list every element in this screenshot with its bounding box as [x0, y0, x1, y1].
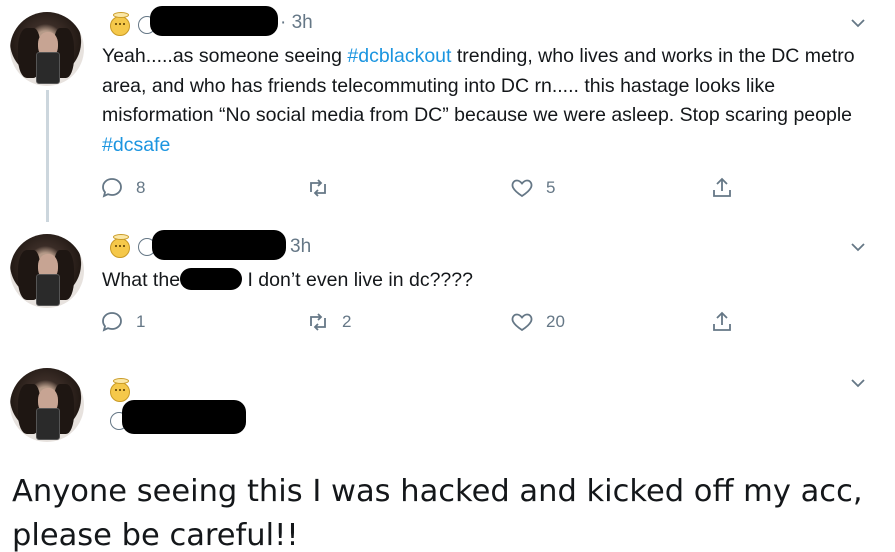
- chevron-down-icon[interactable]: [851, 242, 865, 254]
- heart-icon: [511, 313, 533, 332]
- reply-icon: [102, 178, 122, 198]
- tweet-2[interactable]: 3h What the I don’t even live in dc???? …: [0, 222, 895, 362]
- retweet-icon: [310, 313, 326, 331]
- share-button[interactable]: [710, 176, 734, 200]
- reply-button[interactable]: 8: [100, 176, 145, 200]
- like-button[interactable]: 20: [510, 310, 565, 334]
- retweet-icon: [310, 179, 326, 197]
- heart-icon: [511, 179, 533, 198]
- angel-emoji-icon: [110, 234, 130, 258]
- share-icon: [713, 177, 731, 197]
- tweet-text: Yeah.....as someone seeing #dcblackout t…: [102, 42, 872, 160]
- tweet-text-part: What the: [102, 269, 181, 291]
- hashtag-link[interactable]: #dcsafe: [102, 134, 170, 156]
- chevron-down-icon[interactable]: [851, 378, 865, 390]
- thread-line: [46, 90, 49, 222]
- chevron-down-icon[interactable]: [851, 18, 865, 30]
- tweet-text-part: I don’t even live in dc????: [242, 269, 473, 291]
- reply-icon: [102, 312, 122, 332]
- tweet-3[interactable]: Anyone seeing this I was hacked and kick…: [0, 362, 895, 552]
- reply-count: 8: [136, 178, 146, 197]
- retweet-button[interactable]: [306, 176, 342, 200]
- tweet-time[interactable]: 3h: [290, 236, 311, 258]
- redacted-username: [122, 400, 246, 434]
- reply-count: 1: [136, 312, 146, 331]
- share-button[interactable]: [710, 310, 734, 334]
- avatar[interactable]: [10, 368, 84, 442]
- redacted-word: [180, 268, 243, 290]
- like-button[interactable]: 5: [510, 176, 555, 200]
- tweet-text: What the I don’t even live in dc????: [102, 266, 872, 296]
- share-icon: [713, 311, 731, 331]
- redacted-username: [150, 6, 278, 36]
- avatar[interactable]: [10, 234, 84, 308]
- avatar[interactable]: [10, 12, 84, 86]
- angel-emoji-icon: [110, 12, 130, 36]
- tweet-text: Anyone seeing this I was hacked and kick…: [12, 474, 863, 552]
- hashtag-link[interactable]: #dcblackout: [347, 45, 451, 67]
- retweet-count: 2: [342, 312, 352, 331]
- retweet-button[interactable]: 2: [306, 310, 351, 334]
- tweet-actions: 8 5: [100, 176, 760, 204]
- redacted-username: [152, 230, 286, 260]
- like-count: 20: [546, 312, 565, 331]
- tweet-text-part: Yeah.....as someone seeing: [102, 45, 348, 67]
- tweet-actions: 1 2 20: [100, 310, 760, 338]
- angel-emoji-icon: [110, 378, 130, 402]
- like-count: 5: [546, 178, 556, 197]
- tweet-time[interactable]: · 3h: [280, 12, 313, 34]
- tweet-1[interactable]: · 3h Yeah.....as someone seeing #dcblack…: [0, 0, 895, 222]
- reply-button[interactable]: 1: [100, 310, 145, 334]
- tweet-thread: · 3h Yeah.....as someone seeing #dcblack…: [0, 0, 895, 552]
